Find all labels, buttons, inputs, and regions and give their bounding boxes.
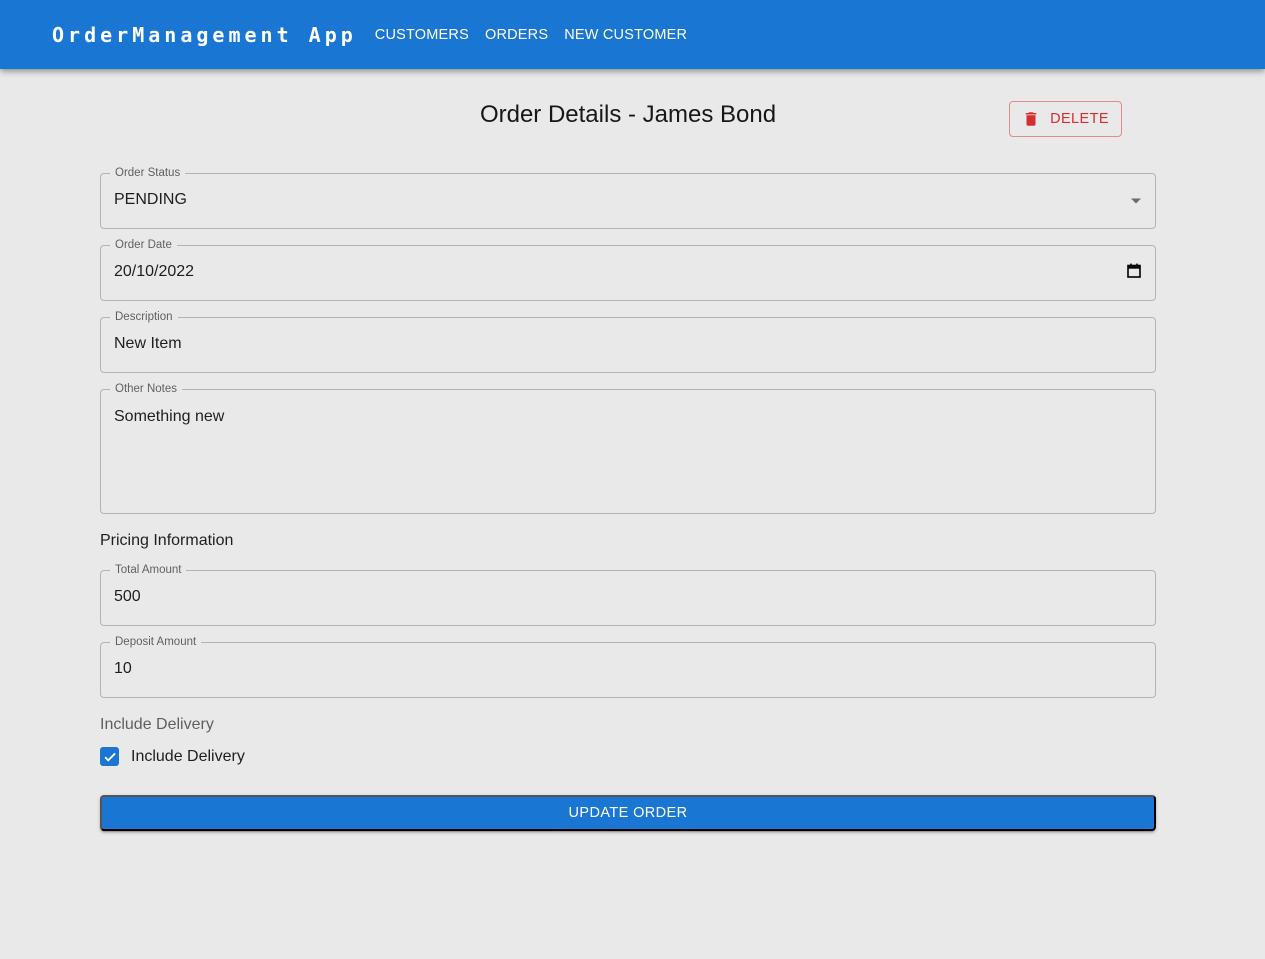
order-date-field[interactable]: Order Date 20/10/2022: [100, 238, 1156, 301]
other-notes-label: Other Notes: [110, 382, 182, 396]
total-amount-field[interactable]: Total Amount 500: [100, 563, 1156, 626]
app-bar: OrderManagement App CUSTOMERS ORDERS NEW…: [0, 0, 1265, 69]
order-status-select[interactable]: Order Status PENDING: [100, 166, 1156, 229]
delete-button-label: DELETE: [1050, 111, 1109, 127]
deposit-amount-value: 10: [114, 660, 132, 677]
order-date-value: 20/10/2022: [114, 263, 195, 280]
trash-icon: [1025, 112, 1037, 126]
deposit-amount-label: Deposit Amount: [110, 635, 202, 649]
description-value: New Item: [114, 335, 182, 352]
nav-customers[interactable]: CUSTOMERS: [367, 21, 477, 49]
description-label: Description: [110, 310, 178, 324]
dropdown-arrow-icon[interactable]: [1131, 198, 1141, 204]
nav-new-customer[interactable]: NEW CUSTOMER: [556, 21, 695, 49]
nav-orders[interactable]: ORDERS: [477, 21, 556, 49]
other-notes-value: Something new: [114, 408, 225, 425]
delivery-group-label: Include Delivery: [100, 716, 214, 733]
calendar-icon[interactable]: [1127, 263, 1141, 283]
include-delivery-label: Include Delivery: [131, 747, 245, 765]
app-brand[interactable]: OrderManagement App: [52, 23, 357, 47]
order-date-label: Order Date: [110, 238, 177, 252]
order-status-value: PENDING: [114, 191, 187, 208]
other-notes-textarea[interactable]: Other Notes Something new: [100, 382, 1156, 514]
include-delivery-checkbox[interactable]: [100, 747, 119, 766]
main-nav: CUSTOMERS ORDERS NEW CUSTOMER: [367, 21, 695, 49]
description-field[interactable]: Description New Item: [100, 310, 1156, 373]
total-amount-value: 500: [114, 588, 141, 605]
include-delivery-checkbox-row[interactable]: Include Delivery: [100, 747, 245, 766]
total-amount-label: Total Amount: [110, 563, 187, 577]
checkmark-icon: [103, 752, 116, 762]
delete-button[interactable]: DELETE: [1009, 101, 1122, 137]
update-order-button[interactable]: UPDATE ORDER: [100, 795, 1156, 831]
pricing-section-title: Pricing Information: [100, 532, 234, 549]
deposit-amount-field[interactable]: Deposit Amount 10: [100, 635, 1156, 698]
order-status-label: Order Status: [110, 166, 186, 180]
